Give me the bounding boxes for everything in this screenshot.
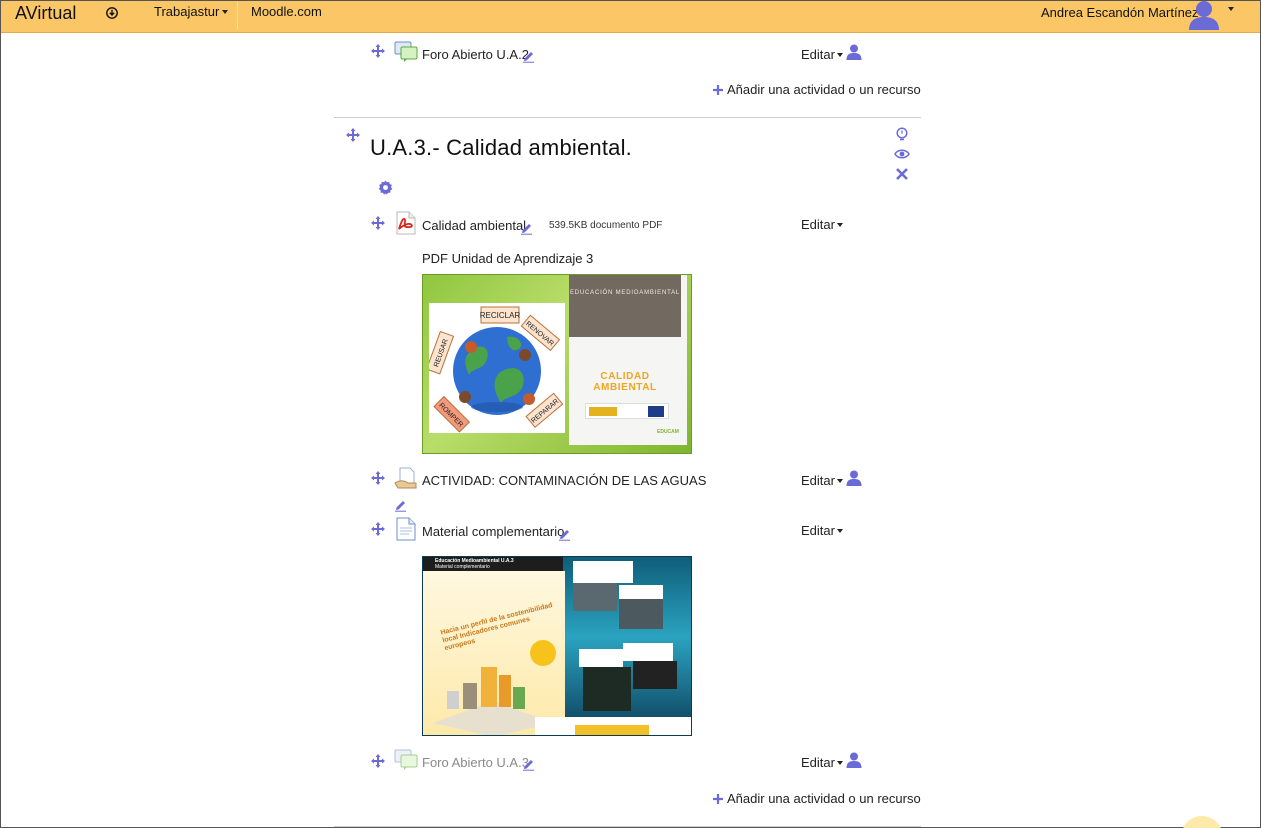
pdf-preview-cover: EDUCACIÓN MEDIOAMBIENTAL CALIDAD AMBIENT… <box>569 275 687 445</box>
globe-illustration: RECICLAR RENOVAR REUSAR ROMPER REPARAR <box>429 306 564 433</box>
pdf-icon <box>396 211 416 235</box>
forum-icon <box>394 41 418 62</box>
edit-menu-button[interactable]: Editar <box>801 755 843 770</box>
pdf-preview-image[interactable]: RECICLAR RENOVAR REUSAR ROMPER REPARAR E… <box>422 274 692 454</box>
cover-title: CALIDAD AMBIENTAL <box>593 371 657 393</box>
chevron-down-icon <box>222 9 229 14</box>
section-divider <box>334 117 921 118</box>
edit-menu-label: Editar <box>801 523 835 538</box>
chevron-down-icon <box>836 528 843 533</box>
activity-link-contaminacion[interactable]: ACTIVIDAD: CONTAMINACIÓN DE LAS AGUAS <box>422 473 706 488</box>
pdf-preview-left-page: RECICLAR RENOVAR REUSAR ROMPER REPARAR <box>429 303 565 433</box>
material-preview-header-text: Educación Medioambiental U.A.3 Material … <box>435 558 514 570</box>
section-divider <box>334 826 921 827</box>
chevron-down-icon <box>836 222 843 227</box>
activity-link-material[interactable]: Material complementario <box>422 524 564 539</box>
material-preview-left-panel: Hacia un perfil de la sostenibilidad loc… <box>423 571 565 735</box>
edit-menu-label: Editar <box>801 47 835 62</box>
ministry-logo <box>589 407 617 416</box>
edit-pencil-icon[interactable] <box>558 528 571 541</box>
material-card <box>623 643 673 661</box>
move-icon[interactable] <box>371 216 385 230</box>
add-activity-label: Añadir una actividad o un recurso <box>727 791 921 806</box>
section-title: U.A.3.- Calidad ambiental. <box>370 135 632 160</box>
edit-menu-button[interactable]: Editar <box>801 473 843 488</box>
download-icon[interactable] <box>105 6 119 20</box>
cover-logos <box>585 403 669 419</box>
plus-icon <box>713 793 723 804</box>
material-preview-subtitle: Material complementario <box>435 564 490 570</box>
chevron-down-icon <box>836 52 843 57</box>
edit-menu-label: Editar <box>801 473 835 488</box>
material-photo <box>619 599 663 629</box>
page-icon <box>396 517 416 541</box>
assignment-icon <box>394 467 417 489</box>
nav-divider <box>237 1 238 29</box>
trabajastur-menu[interactable]: Trabajastur <box>154 4 229 19</box>
edit-menu-label: Editar <box>801 755 835 770</box>
delete-icon[interactable] <box>895 167 909 181</box>
eye-icon[interactable] <box>894 148 910 160</box>
material-video <box>583 667 631 711</box>
brand-link[interactable]: AVirtual <box>15 3 76 24</box>
chevron-down-icon <box>836 478 843 483</box>
cover-header-band: EDUCACIÓN MEDIOAMBIENTAL <box>569 275 681 337</box>
activity-link-foro-ua3[interactable]: Foro Abierto U.A.3 <box>422 755 529 770</box>
edit-menu-button[interactable]: Editar <box>801 217 843 232</box>
edit-pencil-icon[interactable] <box>522 50 535 63</box>
edit-menu-button[interactable]: Editar <box>801 47 843 62</box>
groups-icon[interactable] <box>846 470 862 486</box>
groups-icon[interactable] <box>846 44 862 60</box>
gear-icon[interactable] <box>378 180 393 195</box>
chevron-down-icon <box>836 760 843 765</box>
plus-icon <box>713 84 723 95</box>
avatar-icon[interactable] <box>1187 1 1221 30</box>
material-video <box>633 661 677 689</box>
edit-pencil-icon[interactable] <box>394 499 407 512</box>
add-activity-link[interactable]: Añadir una actividad o un recurso <box>712 82 921 97</box>
material-logo-strip <box>575 725 649 735</box>
move-icon[interactable] <box>371 471 385 485</box>
move-icon[interactable] <box>371 44 385 58</box>
material-photo <box>573 583 617 611</box>
eu-flag-icon <box>648 406 664 417</box>
cover-header-text: EDUCACIÓN MEDIOAMBIENTAL <box>569 290 681 296</box>
highlight-icon[interactable] <box>895 127 909 141</box>
cover-brand-tag: EDUCAM <box>657 429 679 435</box>
activity-link-calidad-ambiental[interactable]: Calidad ambiental <box>422 218 526 233</box>
add-activity-link[interactable]: Añadir una actividad o un recurso <box>712 791 921 806</box>
groups-icon[interactable] <box>846 752 862 768</box>
move-icon[interactable] <box>371 522 385 536</box>
user-name[interactable]: Andrea Escandón Martínez <box>1041 5 1199 20</box>
add-activity-label: Añadir una actividad o un recurso <box>727 82 921 97</box>
section-move-icon[interactable] <box>346 128 360 142</box>
edit-pencil-icon[interactable] <box>522 758 535 771</box>
top-navbar: AVirtual Trabajastur Moodle.com Andrea E… <box>1 1 1260 33</box>
forum-icon <box>394 749 418 770</box>
help-fab-button[interactable] <box>1181 816 1223 828</box>
resource-meta: 539.5KB documento PDF <box>549 220 663 231</box>
move-icon[interactable] <box>371 754 385 768</box>
material-preview-header: Educación Medioambiental U.A.3 Material … <box>423 557 563 571</box>
activity-link-foro-ua2[interactable]: Foro Abierto U.A.2 <box>422 47 529 62</box>
edit-menu-label: Editar <box>801 217 835 232</box>
user-menu-chevron-icon[interactable] <box>1228 7 1234 11</box>
edit-menu-button[interactable]: Editar <box>801 523 843 538</box>
trabajastur-menu-label: Trabajastur <box>154 4 220 19</box>
activity-description: PDF Unidad de Aprendizaje 3 <box>422 251 594 266</box>
material-card <box>619 585 663 599</box>
material-preview-image[interactable]: Hacia un perfil de la sostenibilidad loc… <box>422 556 692 736</box>
moodle-link[interactable]: Moodle.com <box>251 4 322 19</box>
material-card <box>579 649 623 667</box>
sign-text: RECICLAR <box>480 311 521 320</box>
edit-pencil-icon[interactable] <box>520 222 533 235</box>
material-card <box>573 561 633 583</box>
